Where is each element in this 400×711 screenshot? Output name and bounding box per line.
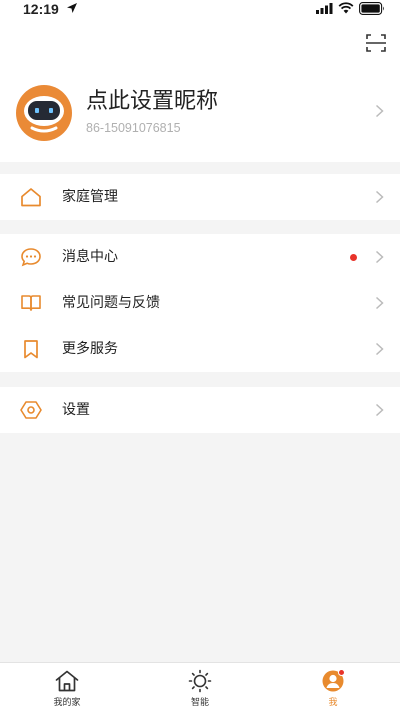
tab-label: 我的家 [53, 698, 81, 708]
menu-group-home: 家庭管理 [0, 174, 400, 220]
menu-label: 更多服务 [62, 341, 118, 357]
chevron-right-icon [375, 250, 384, 264]
home-tab-icon [55, 670, 79, 692]
settings-hexagon-icon [20, 401, 42, 419]
chevron-right-icon [375, 342, 384, 356]
menu-label: 常见问题与反馈 [62, 295, 160, 311]
status-bar: 12:19 [0, 0, 400, 22]
tab-smart[interactable]: 智能 [160, 663, 240, 711]
tab-me[interactable]: 我 [293, 663, 373, 711]
message-icon [21, 248, 41, 267]
bookmark-icon [24, 340, 38, 359]
battery-icon [359, 2, 384, 15]
menu-item-home-management[interactable]: 家庭管理 [0, 174, 400, 220]
chevron-right-icon [375, 190, 384, 204]
profile-tab-icon [322, 669, 345, 692]
tab-label: 智能 [190, 698, 209, 708]
tab-my-home[interactable]: 我的家 [27, 663, 107, 711]
chevron-right-icon [375, 296, 384, 310]
tab-label: 我 [328, 698, 338, 708]
book-icon [21, 295, 41, 311]
scan-icon[interactable] [364, 32, 388, 54]
account-id: 86-15091076815 [86, 121, 181, 135]
menu-group-settings: 设置 [0, 387, 400, 433]
menu-item-message-center[interactable]: 消息中心 [0, 234, 400, 280]
sun-icon [188, 669, 212, 693]
location-arrow-icon [67, 3, 77, 13]
chevron-right-icon [375, 403, 384, 417]
cellular-signal-icon [316, 3, 333, 14]
menu-item-more-services[interactable]: 更多服务 [0, 326, 400, 372]
profile-row[interactable]: 点此设置昵称 86-15091076815 [0, 84, 400, 154]
home-icon [21, 188, 41, 207]
wifi-icon [338, 2, 354, 14]
status-time: 12:19 [23, 1, 59, 17]
chevron-right-icon [375, 104, 384, 118]
bottom-tab-bar: 我的家 智能 我 [0, 662, 400, 711]
menu-item-faq-feedback[interactable]: 常见问题与反馈 [0, 280, 400, 326]
menu-group-support: 消息中心 常见问题与反馈 更多服务 [0, 234, 400, 372]
menu-label: 家庭管理 [62, 189, 118, 205]
profile-header: 点此设置昵称 86-15091076815 [0, 22, 400, 162]
menu-item-settings[interactable]: 设置 [0, 387, 400, 433]
menu-label: 设置 [62, 402, 90, 418]
nickname[interactable]: 点此设置昵称 [86, 88, 218, 116]
menu-label: 消息中心 [62, 249, 118, 265]
avatar[interactable] [15, 84, 73, 142]
unread-dot [350, 254, 357, 261]
